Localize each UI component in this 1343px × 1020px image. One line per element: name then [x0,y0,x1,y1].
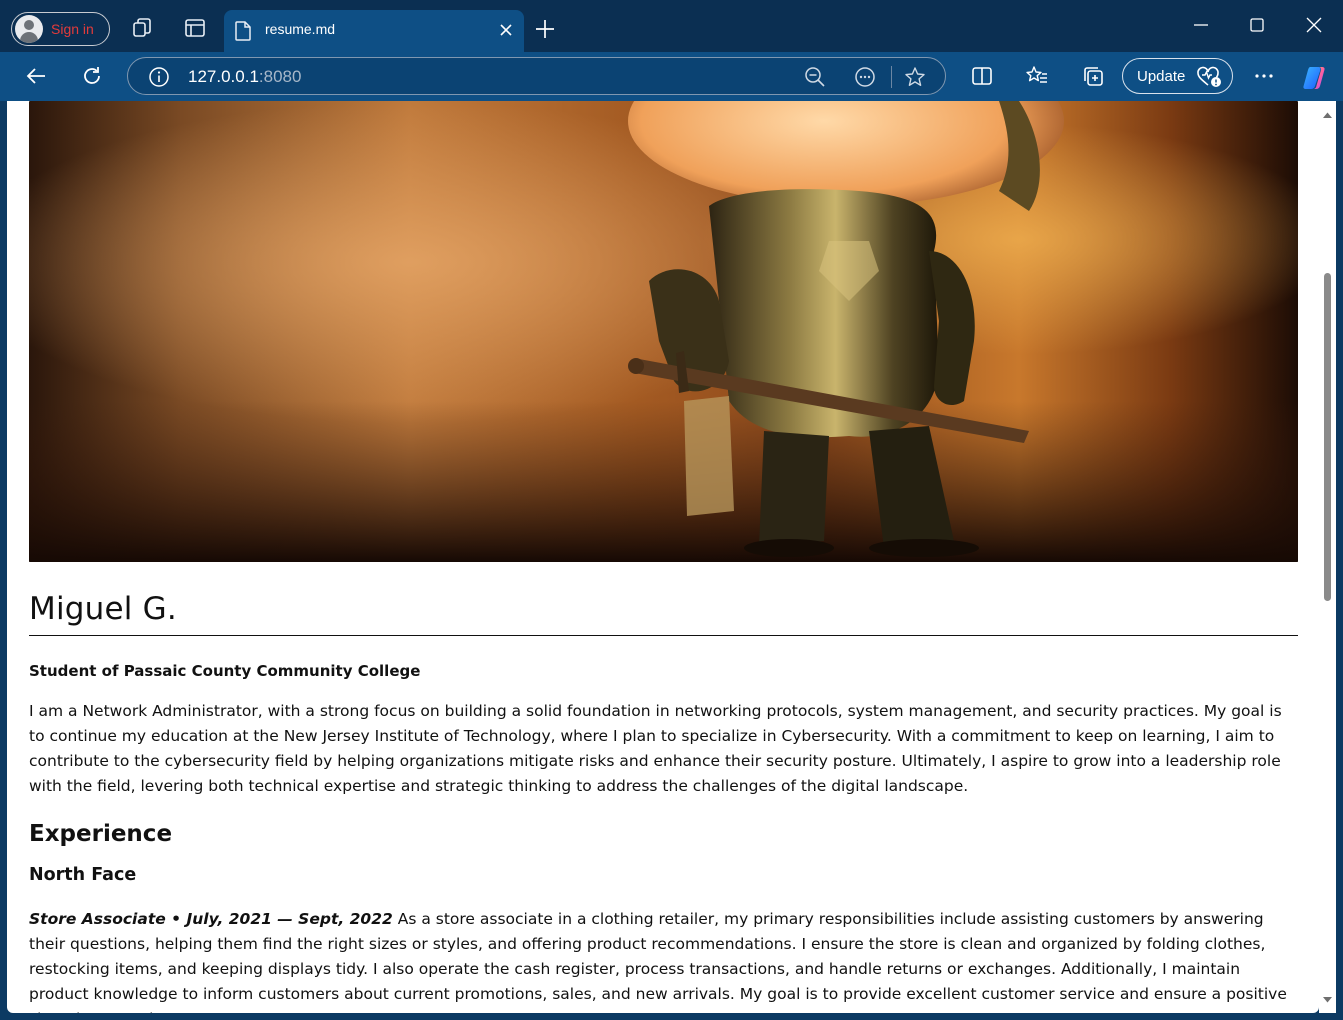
profile-avatar-icon [15,15,43,43]
resume-content: Miguel G. Student of Passaic County Comm… [29,589,1298,1013]
hero-image [29,101,1298,562]
knight-figure-photo [29,101,1298,562]
favorite-star-icon[interactable] [904,66,926,88]
sign-in-button[interactable]: Sign in [11,12,110,46]
address-url[interactable]: 127.0.0.1:8080 [188,67,301,87]
vertical-scrollbar[interactable] [1319,101,1336,1013]
intro-paragraph: I am a Network Administrator, with a str… [29,702,1282,795]
refresh-icon[interactable] [80,64,104,88]
update-label: Update [1137,67,1186,85]
minimize-icon[interactable] [1192,16,1210,34]
scroll-up-icon[interactable] [1322,111,1333,119]
maximize-icon[interactable] [1248,16,1266,34]
page-title: Miguel G. [29,589,1298,636]
copilot-icon[interactable] [1301,64,1329,92]
tab-resume[interactable]: resume.md [224,10,524,52]
company-name: North Face [29,865,137,885]
subtitle: Student of Passaic County Community Coll… [29,662,421,680]
document-icon [235,21,251,41]
workspaces-icon[interactable] [131,17,153,39]
site-info-icon[interactable] [148,66,170,88]
more-icon[interactable] [1252,64,1276,88]
read-aloud-icon[interactable] [854,66,876,88]
tab-actions-icon[interactable] [184,17,206,39]
job-title-dates: Store Associate • July, 2021 — Sept, 202… [29,910,393,928]
navigation-bar: 127.0.0.1:8080 Update [0,52,1343,101]
back-icon[interactable] [24,64,48,88]
tab-title: resume.md [265,21,336,37]
window-frame-right [1336,101,1343,1020]
collections-icon[interactable] [1081,64,1105,88]
page-viewport: Miguel G. Student of Passaic County Comm… [7,101,1319,1013]
experience-heading: Experience [29,821,173,847]
close-tab-icon[interactable] [498,22,514,38]
zoom-out-icon[interactable] [804,66,826,88]
sign-in-label: Sign in [51,21,94,37]
address-separator [891,66,892,88]
close-window-icon[interactable] [1305,16,1323,34]
browser-essentials-icon [1197,66,1221,87]
job-entry: Store Associate • July, 2021 — Sept, 202… [29,907,1298,1013]
scroll-down-icon[interactable] [1322,996,1333,1004]
scrollbar-thumb[interactable] [1324,273,1331,601]
split-screen-icon[interactable] [970,64,994,88]
new-tab-icon[interactable] [534,18,556,40]
address-port: :8080 [258,67,302,86]
update-button[interactable]: Update [1122,58,1233,94]
address-host: 127.0.0.1 [188,67,259,86]
address-bar[interactable]: 127.0.0.1:8080 [127,57,946,95]
tab-bar: Sign in resume.md [0,0,1343,52]
window-frame-bottom [0,1013,1343,1020]
favorites-icon[interactable] [1025,64,1049,88]
